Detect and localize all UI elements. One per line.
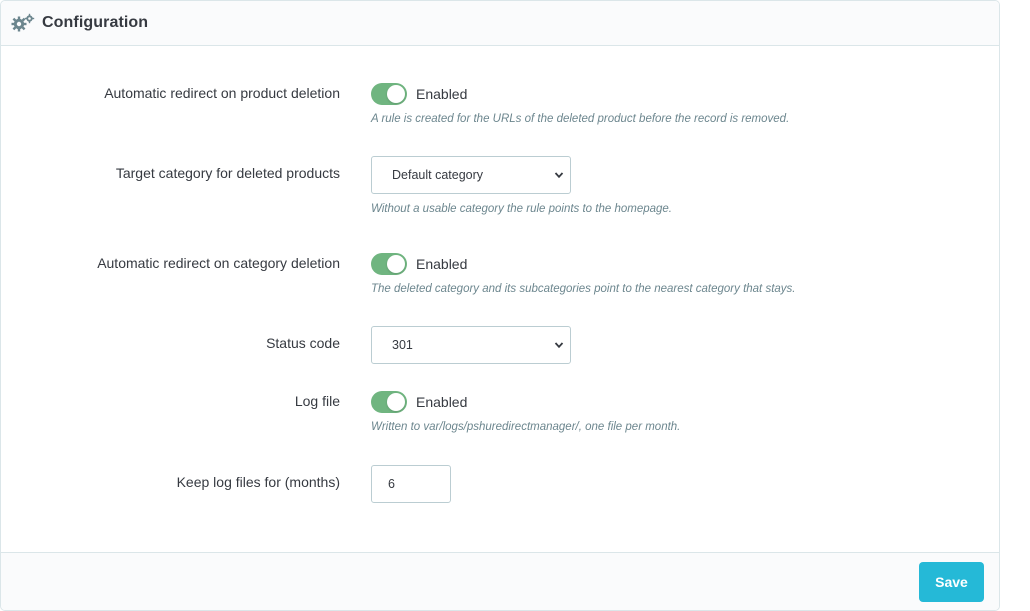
panel-title: Configuration: [42, 14, 149, 31]
log-file-help: Written to var/logs/pshuredirectmanager/…: [371, 421, 681, 433]
category-redirect-state: Enabled: [416, 256, 468, 272]
category-redirect-help: The deleted category and its subcategori…: [371, 283, 796, 295]
toggle-knob: [387, 255, 405, 273]
save-button[interactable]: Save: [919, 562, 984, 602]
keep-logs-label: Keep log files for (months): [176, 474, 340, 490]
target-category-value: Default category: [392, 168, 484, 182]
panel-heading: Configuration: [1, 1, 999, 46]
product-redirect-help: A rule is created for the URLs of the de…: [371, 113, 790, 125]
page-gutter: [1000, 0, 1030, 611]
panel-footer: [1, 552, 999, 610]
category-redirect-toggle[interactable]: [371, 253, 407, 275]
chevron-down-icon: [554, 172, 564, 179]
status-code-value: 301: [392, 338, 413, 352]
keep-logs-input[interactable]: 6: [371, 465, 451, 503]
target-category-help: Without a usable category the rule point…: [371, 203, 673, 215]
status-code-select[interactable]: 301: [371, 326, 571, 364]
log-file-state: Enabled: [416, 394, 468, 410]
product-redirect-label: Automatic redirect on product deletion: [104, 85, 340, 101]
toggle-knob: [387, 85, 405, 103]
configuration-panel: Configuration Automatic redirect on prod…: [0, 0, 1000, 611]
toggle-knob: [387, 393, 405, 411]
gears-icon: [11, 13, 35, 33]
product-redirect-state: Enabled: [416, 86, 468, 102]
target-category-select[interactable]: Default category: [371, 156, 571, 194]
product-redirect-toggle[interactable]: [371, 83, 407, 105]
chevron-down-icon: [554, 342, 564, 349]
target-category-label: Target category for deleted products: [115, 165, 340, 181]
keep-logs-value: 6: [388, 477, 395, 491]
log-file-label: Log file: [294, 393, 340, 409]
log-file-toggle[interactable]: [371, 391, 407, 413]
category-redirect-label: Automatic redirect on category deletion: [97, 255, 340, 271]
status-code-label: Status code: [266, 335, 340, 351]
